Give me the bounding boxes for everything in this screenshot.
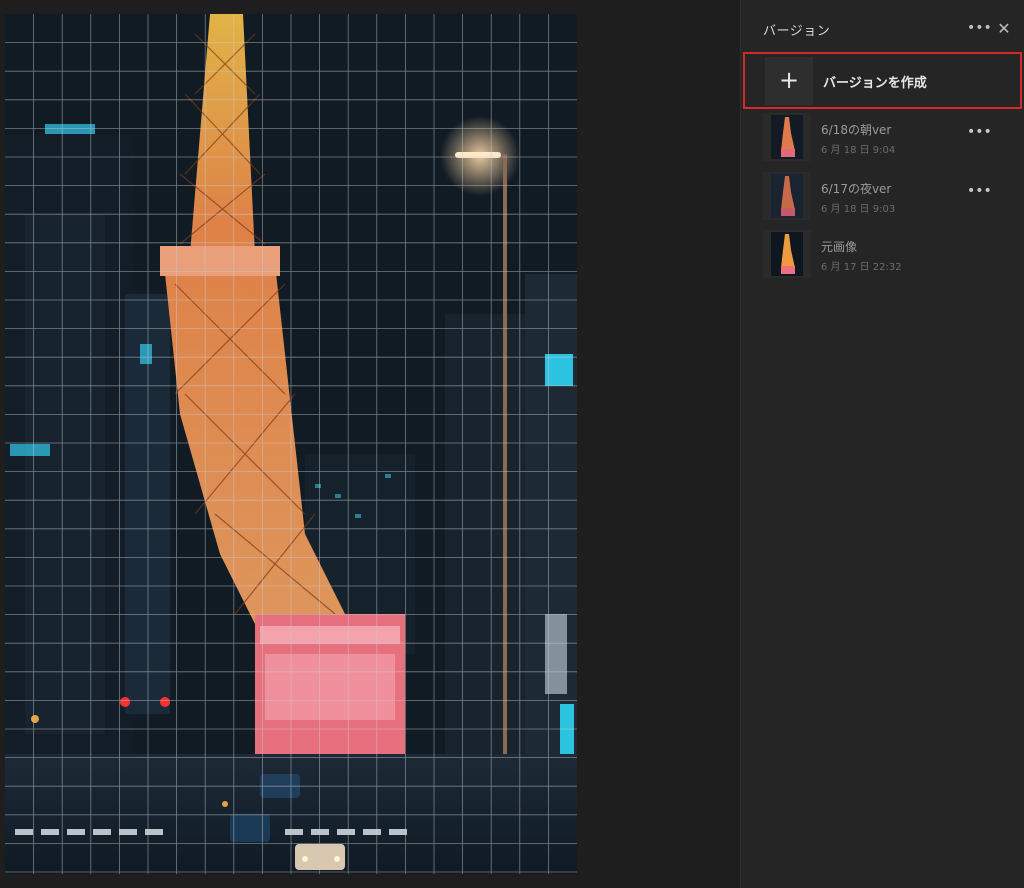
version-thumbnail <box>763 113 811 161</box>
versions-panel: バージョン ••• ✕ + バージョンを作成 6/18の朝ver 6 月 18 … <box>740 0 1024 888</box>
create-version-label: バージョンを作成 <box>823 76 927 91</box>
version-date: 6 月 18 日 9:03 <box>821 204 896 215</box>
version-name: 6/17の夜ver <box>821 182 892 196</box>
version-more-icon[interactable]: ••• <box>967 125 992 143</box>
version-date: 6 月 18 日 9:04 <box>821 145 896 156</box>
tokyo-tower-photo <box>5 14 577 874</box>
canvas-area <box>0 0 740 888</box>
more-horizontal-icon[interactable]: ••• <box>967 21 992 38</box>
create-version-button[interactable]: + バージョンを作成 <box>743 52 1022 109</box>
version-item[interactable]: 6/17の夜ver 6 月 18 日 9:03 ••• <box>763 172 1018 224</box>
version-name: 6/18の朝ver <box>821 123 892 137</box>
version-item[interactable]: 元画像 6 月 17 日 22:32 <box>763 230 1018 282</box>
panel-title: バージョン <box>763 24 831 39</box>
photo-canvas[interactable] <box>5 14 577 874</box>
version-thumbnail <box>763 230 811 278</box>
close-icon[interactable]: ✕ <box>995 20 1013 38</box>
version-more-icon[interactable]: ••• <box>967 184 992 202</box>
version-thumbnail <box>763 172 811 220</box>
version-name: 元画像 <box>821 240 858 254</box>
version-date: 6 月 17 日 22:32 <box>821 262 902 273</box>
plus-icon: + <box>765 57 813 105</box>
version-item[interactable]: 6/18の朝ver 6 月 18 日 9:04 ••• <box>763 113 1018 165</box>
